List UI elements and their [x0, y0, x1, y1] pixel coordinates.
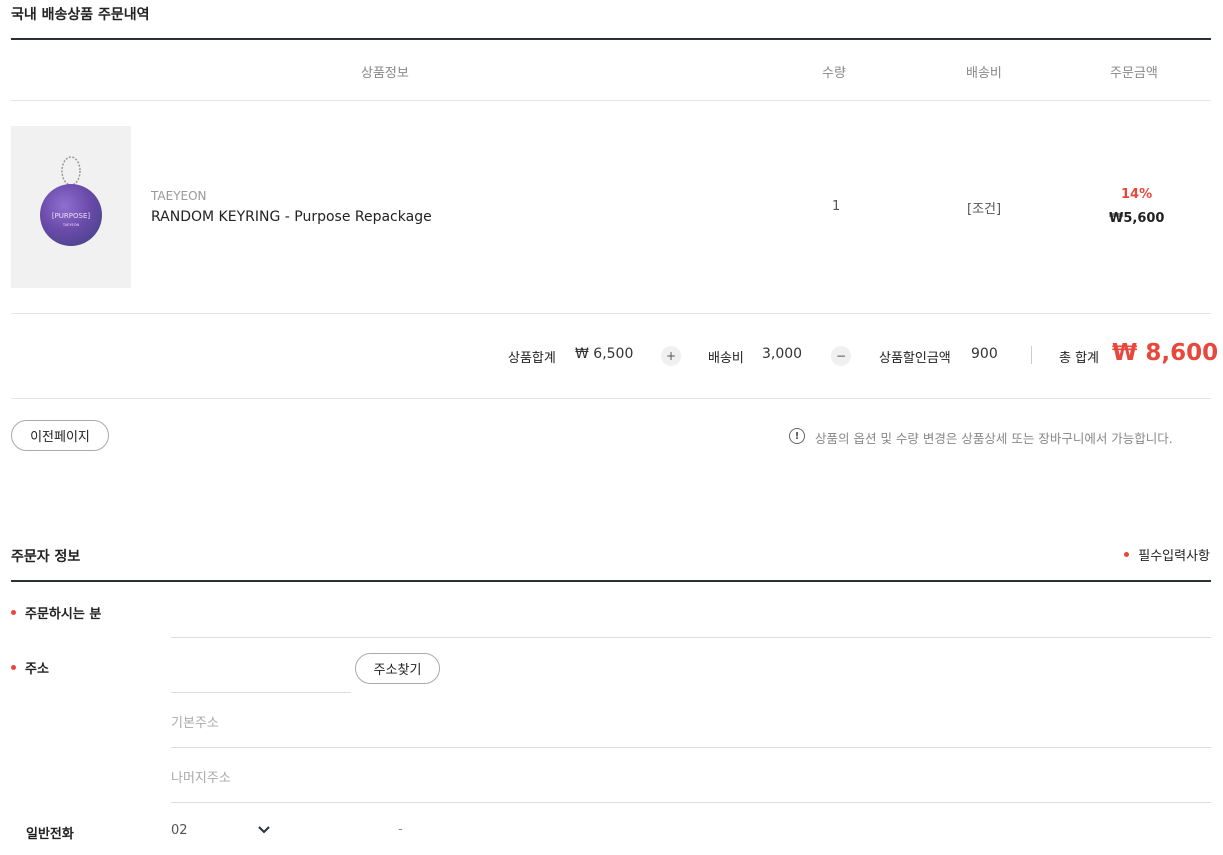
- address-label-text: 주소: [25, 662, 49, 677]
- discount-value: 900: [971, 346, 998, 362]
- orderer-name-input[interactable]: [171, 597, 1211, 637]
- header-product: 상품정보: [361, 66, 409, 81]
- product-discount-rate: 14%: [1121, 187, 1153, 202]
- subtotal-value: ₩ 6,500: [575, 346, 634, 362]
- total-label: 총 합계: [1059, 351, 1100, 366]
- product-name[interactable]: RANDOM KEYRING - Purpose Repackage: [151, 209, 432, 225]
- address-rest-underline: [171, 802, 1211, 803]
- orderer-name-label: 주문하시는 분: [11, 603, 101, 622]
- subtotal-label: 상품합계: [508, 351, 556, 366]
- address-rest-input[interactable]: 나머지주소: [171, 767, 231, 786]
- product-thumbnail[interactable]: [PURPOSE] TAEYEON: [11, 126, 131, 288]
- section-divider: [11, 38, 1211, 40]
- discount-label: 상품할인금액: [879, 351, 951, 366]
- required-dot-icon: [11, 610, 16, 615]
- find-address-button[interactable]: 주소찾기: [355, 653, 440, 684]
- required-note-text: 필수입력사항: [1138, 549, 1210, 564]
- summary-bottom-divider: [11, 398, 1211, 399]
- required-dot-icon: [1124, 552, 1130, 557]
- keyring-icon: [PURPOSE] TAEYEON: [40, 156, 102, 246]
- postcode-underline: [171, 692, 351, 693]
- product-price: ₩5,600: [1109, 211, 1165, 226]
- phone-area-select[interactable]: 02: [171, 818, 276, 844]
- product-brand: TAEYEON: [151, 189, 207, 203]
- svg-text:[PURPOSE]: [PURPOSE]: [52, 212, 91, 220]
- summary-shipping-value: 3,000: [762, 346, 803, 362]
- phone-area-code: 02: [171, 823, 188, 838]
- name-underline: [171, 637, 1211, 638]
- phone-label: 일반전화: [26, 827, 74, 842]
- order-section-title: 국내 배송상품 주문내역: [11, 7, 150, 23]
- required-note: 필수입력사항: [1124, 545, 1210, 564]
- option-change-notice: 상품의 옵션 및 수량 변경은 상품상세 또는 장바구니에서 가능합니다.: [815, 431, 1173, 446]
- header-amount: 주문금액: [1110, 66, 1158, 81]
- address-label: 주소: [11, 658, 49, 677]
- svg-text:TAEYEON: TAEYEON: [62, 223, 80, 227]
- summary-shipping-label: 배송비: [708, 351, 744, 366]
- postcode-input[interactable]: [171, 652, 351, 692]
- previous-page-button[interactable]: 이전페이지: [11, 420, 109, 451]
- orderer-name-label-text: 주문하시는 분: [25, 607, 102, 622]
- product-qty: 1: [832, 199, 841, 214]
- summary-divider: [1031, 346, 1032, 364]
- info-circle-icon: !: [789, 428, 805, 444]
- total-value: ₩ 8,600: [1112, 340, 1219, 366]
- chevron-down-icon: [258, 826, 270, 834]
- address-base-underline: [171, 747, 1211, 748]
- address-base-input[interactable]: 기본주소: [171, 712, 219, 731]
- row-divider: [11, 313, 1211, 314]
- orderer-divider: [11, 580, 1211, 582]
- header-shipping: 배송비: [966, 66, 1002, 81]
- header-qty: 수량: [822, 66, 846, 81]
- orderer-section-title: 주문자 정보: [11, 549, 81, 565]
- plus-icon: +: [661, 346, 681, 366]
- product-shipping: [조건]: [967, 202, 1002, 217]
- phone-separator: -: [398, 822, 403, 837]
- header-divider: [11, 100, 1211, 101]
- required-dot-icon: [11, 665, 16, 670]
- minus-icon: −: [831, 346, 851, 366]
